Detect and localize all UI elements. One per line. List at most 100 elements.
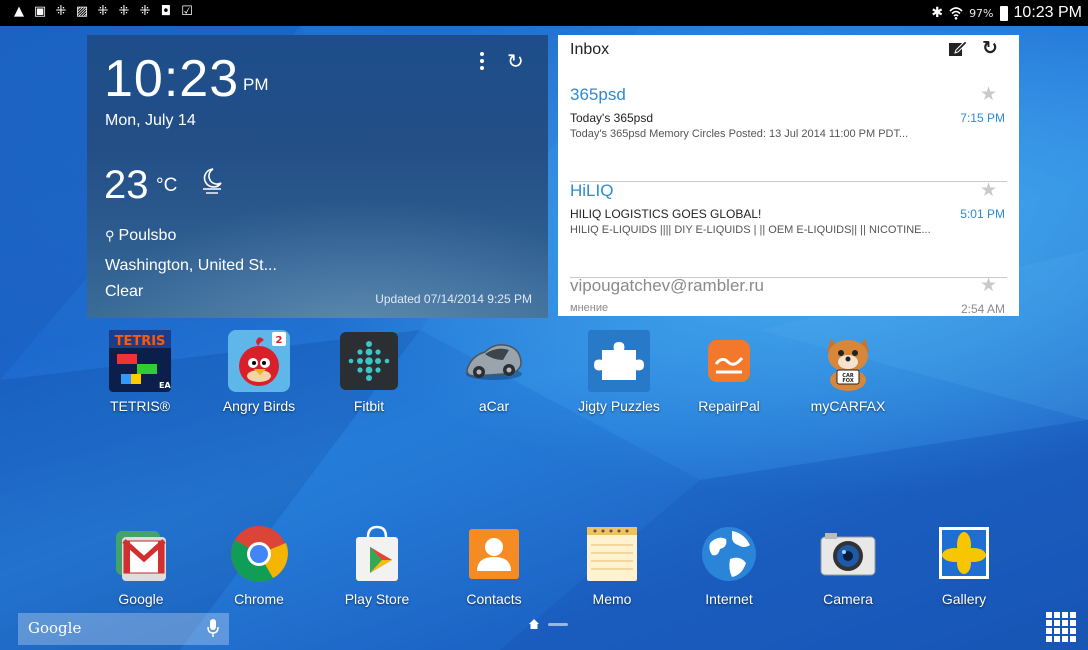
- app-acar[interactable]: aCar: [444, 330, 544, 414]
- mail-item[interactable]: 365psd ★ Today's 365psd 7:15 PM Today's …: [570, 83, 1007, 182]
- mail-subject: мнение: [570, 302, 609, 314]
- app-label: Internet: [705, 591, 753, 607]
- compose-icon[interactable]: [948, 39, 968, 57]
- memo-icon: [587, 527, 637, 581]
- star-icon[interactable]: ★: [980, 274, 997, 296]
- mail-item[interactable]: vipougatchev@rambler.ru ★ мнение 2:54 AM: [570, 274, 1007, 316]
- location-region: Washington, United St...: [105, 257, 277, 274]
- email-inbox-widget[interactable]: Inbox ↻ 365psd ★ Today's 365psd 7:15 PM …: [558, 35, 1019, 316]
- bag-icon: ◘: [160, 4, 172, 19]
- app-label: Fitbit: [353, 398, 385, 414]
- dots-icon: ⁜: [97, 4, 109, 19]
- star-icon[interactable]: ★: [980, 179, 997, 201]
- widget-date: Mon, July 14: [105, 112, 196, 129]
- app-mycarfax[interactable]: CAR FOX myCARFAX: [798, 330, 898, 414]
- tetris-icon: TETRIS EA: [109, 330, 171, 392]
- dots-icon: ⁜: [55, 4, 67, 19]
- check-icon: ☑: [181, 4, 193, 19]
- clear-night-icon: [203, 168, 222, 194]
- dock-internet[interactable]: Internet: [679, 523, 779, 607]
- location-city: ⚲ Poulsbo: [105, 227, 177, 244]
- mail-preview: HILIQ E-LIQUIDS |||| DIY E-LIQUIDS | || …: [570, 224, 931, 236]
- app-label: Google: [118, 591, 164, 607]
- app-repairpal[interactable]: RepairPal: [679, 330, 779, 414]
- star-icon[interactable]: ★: [980, 83, 997, 105]
- repairpal-icon: [708, 340, 750, 382]
- app-label: Camera: [823, 591, 873, 607]
- carfax-icon: CAR FOX: [827, 338, 869, 391]
- dots-icon: ⁜: [139, 4, 151, 19]
- screenshot-icon: ▨: [75, 4, 89, 19]
- dock-camera[interactable]: Camera: [798, 523, 898, 607]
- page-indicator[interactable]: [528, 618, 568, 630]
- notification-icons[interactable]: ▲ ▣ ⁜ ▨ ⁜ ⁜ ⁜ ◘ ☑: [12, 4, 194, 20]
- app-label: Jigty Puzzles: [578, 398, 660, 414]
- mail-sender: HiLIQ: [570, 181, 614, 200]
- apps-grid-button[interactable]: [1046, 612, 1076, 642]
- dock-contacts[interactable]: Contacts: [444, 523, 544, 607]
- weather-condition: Clear: [105, 283, 144, 300]
- angry-birds-icon: 2: [228, 330, 290, 392]
- svg-text:2: 2: [276, 335, 283, 346]
- mail-subject: HILIQ LOGISTICS GOES GLOBAL!: [570, 207, 762, 221]
- mail-time: 7:15 PM: [960, 111, 1005, 125]
- page-dot: [548, 622, 568, 626]
- mail-sender: vipougatchev@rambler.ru: [570, 276, 764, 295]
- camera-icon: [820, 533, 876, 576]
- battery-icon: [999, 5, 1008, 21]
- dock-memo[interactable]: Memo: [562, 523, 662, 607]
- dock-gallery[interactable]: Gallery: [914, 523, 1014, 607]
- app-label: RepairPal: [698, 398, 760, 414]
- app-tetris[interactable]: TETRIS EA TETRIS®: [90, 330, 190, 414]
- microphone-icon[interactable]: [207, 618, 219, 638]
- weather-clock-widget[interactable]: 10:23 PM Mon, July 14 ↻ 23 °C ⚲ Poulsbo W…: [87, 35, 548, 318]
- temperature-unit: °C: [156, 175, 178, 196]
- app-label: Chrome: [234, 591, 284, 607]
- mail-time: 2:54 AM: [960, 302, 1005, 316]
- google-search-bar[interactable]: Google: [18, 613, 229, 645]
- location-pin-icon: ⚲: [105, 228, 115, 243]
- inbox-refresh-icon[interactable]: ↻: [982, 37, 998, 59]
- bluetooth-icon: ✱: [931, 5, 944, 21]
- refresh-icon[interactable]: ↻: [507, 49, 524, 73]
- app-jigty-puzzles[interactable]: Jigty Puzzles: [569, 330, 669, 414]
- svg-text:TETRIS: TETRIS: [115, 334, 166, 349]
- acar-icon: [466, 344, 522, 380]
- app-label: aCar: [478, 398, 510, 414]
- contacts-icon: [469, 529, 519, 579]
- inbox-title: Inbox: [570, 41, 610, 58]
- fitbit-icon: [340, 332, 398, 390]
- mail-time: 5:01 PM: [960, 207, 1005, 221]
- dock-google-folder[interactable]: Google: [91, 523, 191, 607]
- mail-preview: Today's 365psd Memory Circles Posted: 13…: [570, 128, 909, 140]
- status-bar: ▲ ▣ ⁜ ▨ ⁜ ⁜ ⁜ ◘ ☑ ✱ 97% 10:23 PM: [0, 0, 1088, 26]
- gallery-icon: [939, 527, 989, 579]
- apps-grid-icon: [1046, 612, 1076, 642]
- app-label: myCARFAX: [810, 398, 886, 414]
- temperature: 23: [104, 163, 149, 207]
- dock-play-store[interactable]: Play Store: [327, 523, 427, 607]
- svg-text:FOX: FOX: [842, 378, 853, 384]
- play-store-icon: [356, 525, 398, 581]
- app-label: Angry Birds: [222, 398, 296, 414]
- more-options-icon[interactable]: [477, 52, 487, 74]
- updated-timestamp: Updated 07/14/2014 9:25 PM: [375, 292, 532, 306]
- puzzle-icon: [588, 330, 650, 392]
- app-label: Memo: [592, 591, 632, 607]
- svg-text:EA: EA: [159, 381, 171, 390]
- home-icon: [529, 619, 539, 629]
- globe-icon: [702, 527, 756, 581]
- app-label: Gallery: [941, 591, 987, 607]
- dock-chrome[interactable]: Chrome: [209, 523, 309, 607]
- app-angry-birds[interactable]: 2 Angry Birds: [209, 330, 309, 414]
- app-fitbit[interactable]: Fitbit: [319, 330, 419, 414]
- widget-time: 10:23: [104, 50, 240, 108]
- mail-sender: 365psd: [570, 85, 626, 104]
- mail-item[interactable]: HiLIQ ★ HILIQ LOGISTICS GOES GLOBAL! 5:0…: [570, 179, 1007, 278]
- warning-icon: ▲: [14, 4, 24, 19]
- chrome-icon: [231, 526, 288, 582]
- clock: 10:23 PM: [1013, 4, 1082, 21]
- gmail-folder-icon: [116, 531, 166, 581]
- dots-icon: ⁜: [118, 4, 130, 19]
- image-icon: ▣: [33, 4, 47, 19]
